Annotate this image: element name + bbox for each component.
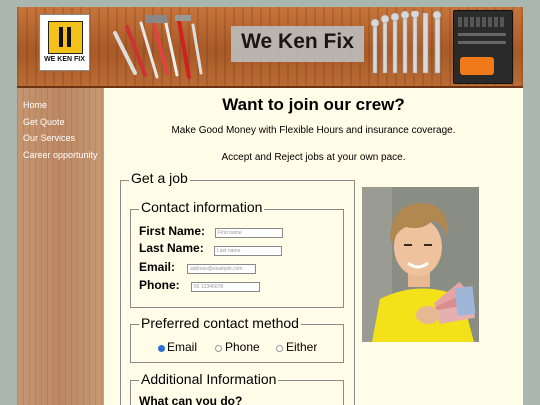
phone-input[interactable]: 65 12345678	[191, 282, 260, 292]
radio-phone-label: Phone	[225, 340, 260, 354]
additional-legend: Additional Information	[139, 371, 279, 387]
wrench-set-icon	[370, 11, 442, 74]
main-content: Want to join our crew? Make Good Money w…	[104, 88, 523, 405]
email-label: Email:	[139, 260, 176, 274]
brand-name: We Ken Fix	[241, 30, 354, 53]
email-input[interactable]: address@example.com	[187, 264, 256, 274]
hand-tools-icon	[113, 15, 203, 79]
phone-label: Phone:	[139, 278, 180, 292]
radio-phone[interactable]	[215, 345, 222, 352]
radio-email[interactable]	[158, 345, 165, 352]
first-name-label: First Name:	[139, 224, 206, 238]
first-name-input[interactable]: First name	[215, 228, 283, 238]
radio-either[interactable]	[276, 345, 283, 352]
sidebar-item-career[interactable]: Career opportunity	[23, 150, 98, 160]
contact-legend: Contact information	[139, 199, 265, 215]
recruit-photo	[362, 187, 479, 342]
radio-either-label: Either	[286, 340, 318, 354]
sidebar-item-home[interactable]: Home	[23, 100, 47, 110]
sidebar-item-get-quote[interactable]: Get Quote	[23, 117, 65, 127]
last-name-label: Last Name:	[139, 241, 204, 255]
skills-question: What can you do?	[139, 394, 243, 405]
intro-line-2: Accept and Reject jobs at your own pace.	[221, 152, 406, 163]
radio-email-label: Email	[167, 340, 198, 354]
sidebar-item-our-services[interactable]: Our Services	[23, 133, 75, 143]
logo-text: WE KEN FIX	[44, 56, 85, 63]
header-banner: WE KEN FIX We Ken Fix	[17, 7, 523, 88]
drill-icon	[460, 57, 494, 75]
page: WE KEN FIX We Ken Fix Home Get Quote Our…	[17, 7, 523, 405]
job-form-legend: Get a job	[129, 170, 190, 186]
preferred-legend: Preferred contact method	[139, 315, 301, 331]
last-name-input[interactable]: Last name	[214, 246, 282, 256]
toolbox-icon	[453, 10, 513, 84]
sidebar: Home Get Quote Our Services Career oppor…	[17, 88, 104, 405]
intro-line-1: Make Good Money with Flexible Hours and …	[171, 125, 456, 136]
tools-logo-icon	[48, 21, 83, 54]
page-title: Want to join our crew?	[222, 95, 405, 114]
brand-box: We Ken Fix	[231, 26, 364, 62]
logo[interactable]: WE KEN FIX	[39, 14, 90, 71]
